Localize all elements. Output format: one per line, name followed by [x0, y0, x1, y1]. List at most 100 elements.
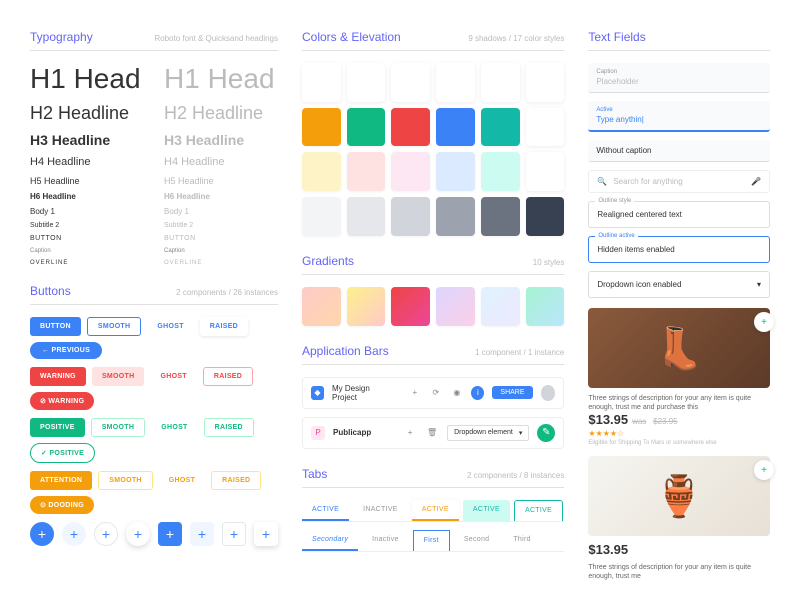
color-swatch: [302, 63, 341, 102]
field-active[interactable]: Active Type anythin|: [588, 101, 770, 132]
tab-second[interactable]: Second: [454, 530, 500, 551]
ghost-button[interactable]: GHOST: [147, 317, 193, 336]
dropdown-element[interactable]: Dropdown element▾: [447, 425, 529, 441]
field-outline-active[interactable]: Outline active Hidden items enabled: [588, 236, 770, 263]
raised-button[interactable]: RAISED: [200, 317, 248, 336]
plus-icon[interactable]: +: [408, 386, 421, 400]
color-swatch: [436, 152, 475, 191]
color-swatch: [481, 152, 520, 191]
tab-active-blue[interactable]: ACTIVE: [302, 500, 349, 521]
fab-square-outline[interactable]: +: [222, 522, 246, 546]
h5-sample-light: H5 Headline: [164, 176, 278, 186]
refresh-icon[interactable]: ⟳: [429, 386, 442, 400]
tabs-sub: 2 components / 8 instances: [467, 471, 564, 480]
color-swatch: [526, 152, 565, 191]
color-swatch: [347, 63, 386, 102]
info-icon[interactable]: i: [471, 386, 484, 400]
warning-smooth[interactable]: SMOOTH: [92, 367, 145, 386]
overline-sample: OVERLINE: [30, 260, 144, 266]
subtitle2-sample: Subtitle 2: [30, 222, 144, 229]
warning-raised[interactable]: RAISED: [203, 367, 253, 386]
attention-smooth[interactable]: SMOOTH: [98, 471, 153, 490]
fab-light[interactable]: +: [62, 522, 86, 546]
search-field[interactable]: 🔍 Search for anything 🎤: [588, 170, 770, 193]
positive-ghost[interactable]: GHOST: [151, 418, 197, 437]
fab-square-light[interactable]: +: [190, 522, 214, 546]
attention-raised[interactable]: RAISED: [211, 471, 261, 490]
search-placeholder: Search for anything: [613, 177, 745, 186]
field-placeholder: Placeholder: [596, 77, 762, 86]
button-text-sample: BUTTON: [30, 235, 144, 242]
warning-ghost[interactable]: GHOST: [150, 367, 196, 386]
trash-icon[interactable]: 🗑: [425, 426, 439, 440]
eye-icon[interactable]: ◉: [450, 386, 463, 400]
primary-button[interactable]: BUTTON: [30, 317, 81, 336]
gradient-swatch: [302, 287, 341, 326]
field-value: Without caption: [596, 146, 762, 155]
attention-pill[interactable]: ⊙ DOODING: [30, 496, 94, 514]
fab-primary[interactable]: +: [30, 522, 54, 546]
fab-shadow[interactable]: +: [126, 522, 150, 546]
smooth-button[interactable]: SMOOTH: [87, 317, 142, 336]
fab-outline[interactable]: +: [94, 522, 118, 546]
attention-ghost[interactable]: GHOST: [159, 471, 205, 490]
previous-button[interactable]: ← PREVIOUS: [30, 342, 102, 359]
field-active-label: Active: [596, 107, 762, 113]
fab-square[interactable]: +: [158, 522, 182, 546]
outline-label: Outline style: [595, 198, 634, 204]
warning-pill[interactable]: ⊘ WARNING: [30, 392, 94, 410]
gradients-header: Gradients 10 styles: [302, 254, 564, 275]
brand-swatches: [302, 108, 564, 147]
tab-inactive[interactable]: INACTIVE: [353, 500, 408, 521]
color-swatch: [347, 152, 386, 191]
typography-header: Typography Roboto font & Quicksand headi…: [30, 30, 278, 51]
mic-icon[interactable]: 🎤: [751, 177, 761, 186]
fields-header: Text Fields: [588, 30, 770, 51]
tab-active-teal-outline[interactable]: Active: [514, 500, 563, 521]
appbar-project-title: My Design Project: [332, 384, 392, 402]
positive-raised[interactable]: RAISED: [204, 418, 254, 437]
edit-fab[interactable]: ✎: [537, 424, 555, 442]
share-button[interactable]: SHARE: [492, 386, 532, 399]
field-outline[interactable]: Outline style Realigned centered text: [588, 201, 770, 228]
product-description-2: Three strings of description for your an…: [588, 563, 770, 581]
field-dropdown[interactable]: Dropdown icon enabled ▾: [588, 271, 770, 298]
body1-sample: Body 1: [30, 207, 144, 216]
tab-active-teal-fill[interactable]: Active: [463, 500, 510, 521]
product-was-label: was: [632, 417, 646, 426]
color-swatch: [526, 108, 565, 147]
positive-pill[interactable]: ✓ POSITIVE: [30, 443, 95, 463]
typography-col-dark: H1 Head H2 Headline H3 Headline H4 Headl…: [30, 63, 144, 266]
positive-button[interactable]: POSITIVE: [30, 418, 85, 437]
color-swatch: [302, 108, 341, 147]
add-to-cart-button[interactable]: +: [754, 312, 774, 332]
product-shipping: Eligible for Shipping To Mars or somewhe…: [588, 440, 770, 446]
appbars-title: Application Bars: [302, 344, 389, 358]
user-avatar[interactable]: [541, 385, 556, 401]
tab-first[interactable]: First: [413, 530, 450, 551]
product-card-1: 👢 + Three strings of description for you…: [588, 308, 770, 446]
fab-square-shadow[interactable]: +: [254, 522, 278, 546]
attention-button[interactable]: ATTENTION: [30, 471, 92, 490]
tab-secondary[interactable]: Secondary: [302, 530, 358, 551]
h2-sample-light: H2 Headline: [164, 103, 278, 124]
plus-icon[interactable]: +: [403, 426, 417, 440]
positive-smooth[interactable]: SMOOTH: [91, 418, 146, 437]
color-swatch: [391, 108, 430, 147]
tab-third[interactable]: Third: [503, 530, 540, 551]
field-label: Caption: [596, 69, 762, 75]
buttons-sub: 2 components / 26 instances: [176, 288, 278, 297]
h4-sample: H4 Headline: [30, 156, 144, 168]
h6-sample: H6 Headline: [30, 192, 144, 201]
outline-active-value: Hidden items enabled: [597, 245, 761, 254]
field-caption[interactable]: Caption Placeholder: [588, 63, 770, 93]
warning-button[interactable]: WARNING: [30, 367, 86, 386]
color-swatch: [436, 63, 475, 102]
add-to-cart-button[interactable]: +: [754, 460, 774, 480]
tabs-row-2: Secondary Inactive First Second Third: [302, 530, 564, 552]
tab-inactive-2[interactable]: Inactive: [362, 530, 409, 551]
product-rating: ★★★★☆: [588, 429, 770, 438]
field-no-caption[interactable]: Without caption: [588, 140, 770, 162]
product-price: $13.95: [588, 412, 628, 427]
tab-active-orange[interactable]: ACTIVE: [412, 500, 459, 521]
